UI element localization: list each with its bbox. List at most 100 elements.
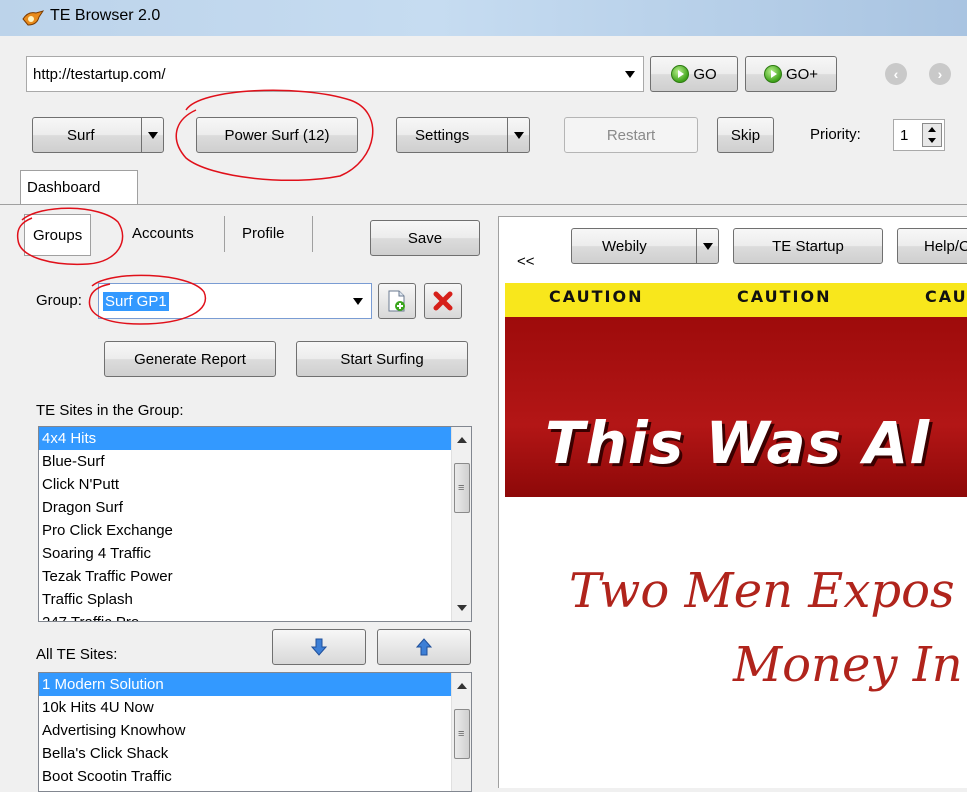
group-dropdown-icon[interactable] <box>353 298 363 305</box>
go-plus-icon <box>763 65 782 83</box>
tab-profile[interactable]: Profile <box>234 212 293 254</box>
webily-dropdown-icon[interactable] <box>696 229 718 263</box>
spinner-arrows-icon[interactable] <box>922 123 942 147</box>
tab-groups-label: Groups <box>33 226 83 244</box>
skip-button[interactable]: Skip <box>717 117 774 153</box>
start-surfing-label: Start Surfing <box>340 350 424 368</box>
delete-x-icon <box>433 291 453 311</box>
tab-groups[interactable]: Groups <box>24 214 92 256</box>
surf-dropdown-icon[interactable] <box>141 118 163 152</box>
all-te-sites-label: All TE Sites: <box>36 646 118 663</box>
te-sites-group-list[interactable]: 4x4 Hits Blue-Surf Click N'Putt Dragon Surf… <box>38 426 472 622</box>
list-item[interactable]: 1 Modern Solution <box>39 673 471 696</box>
surf-button[interactable]: Surf <box>32 117 164 153</box>
go-plus-button[interactable]: GO+ <box>745 56 837 92</box>
skip-label: Skip <box>730 126 761 144</box>
window-title: TE Browser 2.0 <box>50 7 161 24</box>
arrow-down-icon <box>311 638 327 656</box>
group-value: Surf GP1 <box>103 291 169 311</box>
te-sites-group-label: TE Sites in the Group: <box>36 402 184 419</box>
back-arrow-icon[interactable]: ‹ <box>885 63 907 85</box>
page-headline-line2: Money In <box>733 637 963 693</box>
list-item[interactable]: 247 Traffic Pro <box>39 611 471 621</box>
app-logo-icon <box>22 10 44 26</box>
list-item[interactable]: Dragon Surf <box>39 496 471 519</box>
tab-dashboard[interactable]: Dashboard <box>20 170 138 204</box>
list-item[interactable]: 10k Hits 4U Now <box>39 696 471 719</box>
restart-label: Restart <box>606 126 656 144</box>
url-input[interactable]: http://testartup.com/ <box>26 56 644 92</box>
go-plus-label: GO+ <box>785 65 819 83</box>
move-down-button[interactable] <box>272 629 366 665</box>
back-button[interactable]: << <box>517 253 535 270</box>
all-te-sites-list[interactable]: 1 Modern Solution 10k Hits 4U Now Advertis… <box>38 672 472 792</box>
te-startup-button[interactable]: TE Startup <box>733 228 883 264</box>
power-surf-button[interactable]: Power Surf (12) <box>196 117 358 153</box>
priority-label: Priority: <box>810 126 861 143</box>
delete-group-button[interactable] <box>424 283 462 319</box>
arrow-up-icon <box>416 638 432 656</box>
generate-report-label: Generate Report <box>134 350 246 368</box>
list-scrollbar[interactable] <box>451 673 471 791</box>
page-headline-line1: Two Men Expos <box>569 563 955 619</box>
forward-arrow-icon[interactable]: › <box>929 63 951 85</box>
go-button[interactable]: GO <box>650 56 738 92</box>
list-item[interactable]: Bella's Click Shack <box>39 742 471 765</box>
list-item[interactable]: Blue-Surf <box>39 450 471 473</box>
generate-report-button[interactable]: Generate Report <box>104 341 276 377</box>
webily-label: Webily <box>602 237 647 255</box>
tab-dashboard-label: Dashboard <box>27 179 101 196</box>
priority-value: 1 <box>900 127 909 144</box>
tab-separator <box>224 216 225 252</box>
banner-headline: This Was Al <box>545 409 931 477</box>
add-group-button[interactable] <box>378 283 416 319</box>
list-scrollbar[interactable] <box>451 427 471 621</box>
red-headline-banner: This Was Al <box>505 317 967 497</box>
scroll-down-icon[interactable] <box>457 605 467 611</box>
list-item[interactable]: Pro Click Exchange <box>39 519 471 542</box>
caution-banner: CAUTION CAUTION CAU <box>505 283 967 317</box>
help-button[interactable]: Help/C <box>897 228 967 264</box>
tab-separator <box>312 216 313 252</box>
settings-label: Settings <box>415 126 470 144</box>
list-item[interactable]: Tezak Traffic Power <box>39 565 471 588</box>
list-items-container: 4x4 Hits Blue-Surf Click N'Putt Dragon Surf… <box>39 427 471 621</box>
tab-accounts[interactable]: Accounts <box>124 212 202 254</box>
te-startup-label: TE Startup <box>772 237 844 255</box>
settings-button[interactable]: Settings <box>396 117 530 153</box>
priority-spinner[interactable]: 1 <box>893 119 945 151</box>
title-bar: TE Browser 2.0 <box>0 0 967 36</box>
start-surfing-button[interactable]: Start Surfing <box>296 341 468 377</box>
url-value: http://testartup.com/ <box>33 65 166 83</box>
list-item[interactable]: Soaring 4 Traffic <box>39 542 471 565</box>
list-item[interactable]: 4x4 Hits <box>39 427 471 450</box>
scroll-thumb[interactable] <box>454 709 470 759</box>
add-document-icon <box>388 290 405 312</box>
move-up-button[interactable] <box>377 629 471 665</box>
browser-panel[interactable]: << Webily TE Startup Help/C CAUTION CAUT… <box>498 216 967 788</box>
settings-dropdown-icon[interactable] <box>507 118 529 152</box>
scroll-up-icon[interactable] <box>457 437 467 443</box>
go-icon <box>671 65 690 83</box>
surf-label: Surf <box>67 126 95 144</box>
save-button[interactable]: Save <box>370 220 480 256</box>
caution-text: CAUTION <box>737 287 832 306</box>
restart-button[interactable]: Restart <box>564 117 698 153</box>
list-item[interactable]: Traffic Splash <box>39 588 471 611</box>
tab-profile-label: Profile <box>242 224 285 242</box>
list-item[interactable]: Advertising Knowhow <box>39 719 471 742</box>
power-surf-label: Power Surf (12) <box>224 126 330 144</box>
tab-accounts-label: Accounts <box>132 224 194 242</box>
list-item[interactable]: Click N'Putt <box>39 473 471 496</box>
webily-button[interactable]: Webily <box>571 228 719 264</box>
list-items-container: 1 Modern Solution 10k Hits 4U Now Advertis… <box>39 673 471 788</box>
scroll-thumb[interactable] <box>454 463 470 513</box>
help-label: Help/C <box>924 237 967 255</box>
scroll-up-icon[interactable] <box>457 683 467 689</box>
caution-text: CAUTION <box>549 287 644 306</box>
save-label: Save <box>407 229 443 247</box>
list-item[interactable]: Boot Scootin Traffic <box>39 765 471 788</box>
url-dropdown-icon[interactable] <box>625 71 635 78</box>
caution-text: CAU <box>925 287 967 306</box>
group-select[interactable]: Surf GP1 <box>98 283 372 319</box>
